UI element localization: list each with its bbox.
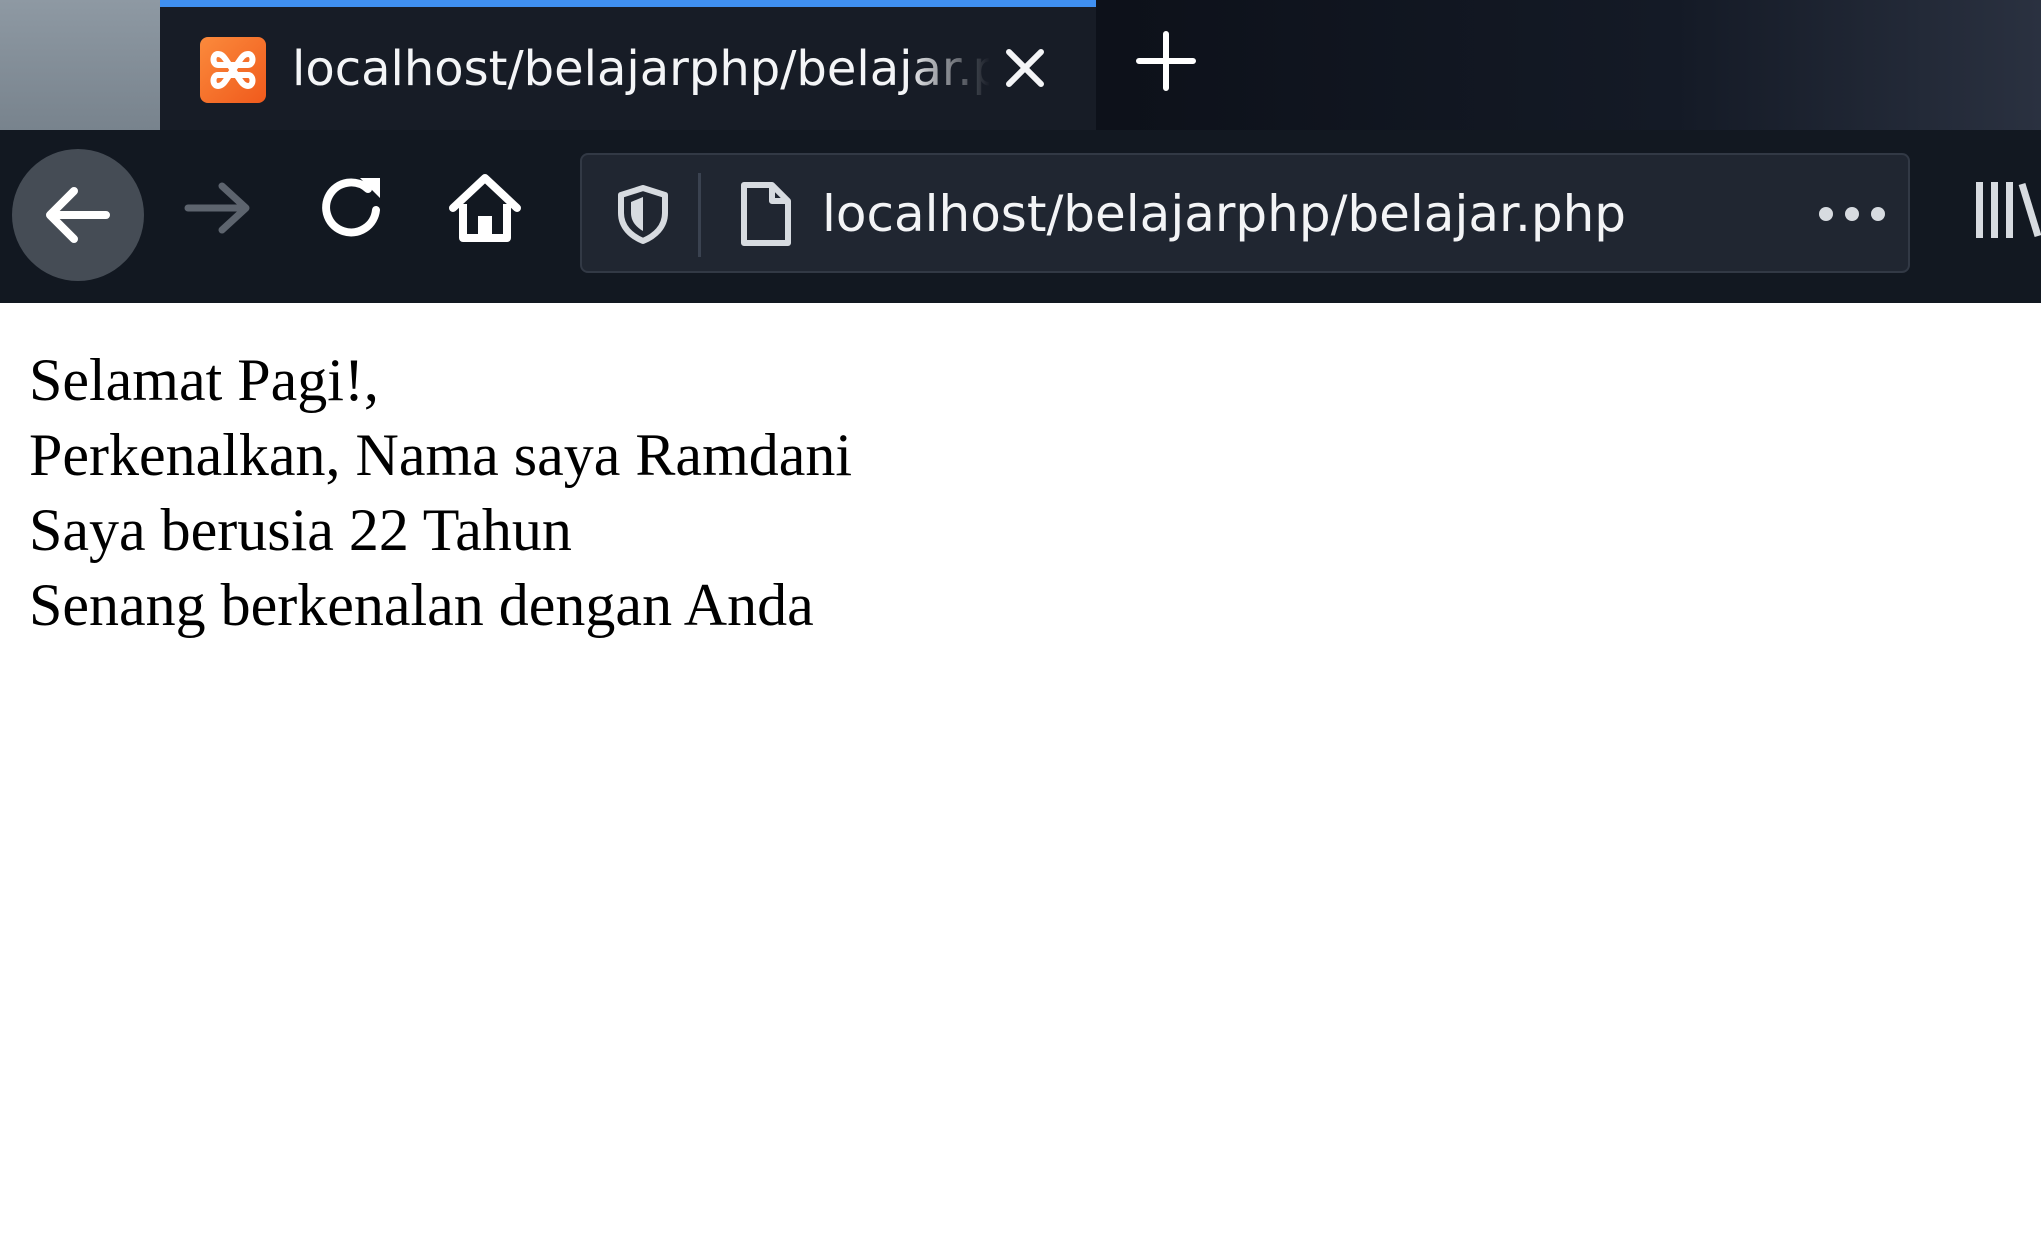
shield-icon[interactable] bbox=[612, 183, 674, 245]
greeting-line: Selamat Pagi!, bbox=[29, 347, 379, 413]
introduction-line: Perkenalkan, Nama saya Ramdani bbox=[29, 422, 853, 488]
tab-strip-left-edge bbox=[0, 0, 160, 130]
library-button[interactable] bbox=[1972, 170, 2041, 250]
url-bar[interactable] bbox=[580, 153, 1910, 273]
tab-title: localhost/belajarphp/belajar.php bbox=[292, 41, 990, 97]
reload-button[interactable] bbox=[314, 170, 390, 246]
more-dots-icon bbox=[1819, 207, 1885, 221]
active-tab[interactable]: localhost/belajarphp/belajar.php bbox=[160, 0, 1096, 130]
reload-icon bbox=[322, 178, 380, 237]
xampp-icon bbox=[200, 37, 266, 103]
navigation-toolbar bbox=[0, 130, 2041, 303]
new-tab-button[interactable] bbox=[1133, 28, 1199, 94]
tab-strip: localhost/belajarphp/belajar.php bbox=[0, 0, 2041, 130]
page-body-text: Selamat Pagi!, Perkenalkan, Nama saya Ra… bbox=[29, 343, 1629, 643]
page-icon[interactable] bbox=[732, 179, 798, 249]
back-button[interactable] bbox=[12, 149, 144, 281]
close-icon[interactable] bbox=[995, 38, 1055, 98]
page-content: Selamat Pagi!, Perkenalkan, Nama saya Ra… bbox=[0, 303, 2041, 1251]
forward-button[interactable] bbox=[180, 170, 256, 246]
closing-line: Senang berkenalan dengan Anda bbox=[29, 572, 814, 638]
tab-active-indicator bbox=[160, 0, 1096, 7]
browser-window: localhost/belajarphp/belajar.php localho… bbox=[0, 0, 2041, 1251]
forward-arrow-icon bbox=[184, 182, 250, 234]
age-line: Saya berusia 22 Tahun bbox=[29, 497, 572, 563]
back-arrow-icon bbox=[46, 187, 110, 243]
url-input[interactable] bbox=[822, 179, 1722, 249]
url-bar-divider bbox=[698, 173, 701, 257]
home-button[interactable] bbox=[445, 168, 525, 248]
home-icon bbox=[449, 174, 521, 242]
page-actions-button[interactable] bbox=[1812, 189, 1892, 239]
plus-icon bbox=[1136, 31, 1196, 91]
library-icon bbox=[1976, 182, 2041, 238]
